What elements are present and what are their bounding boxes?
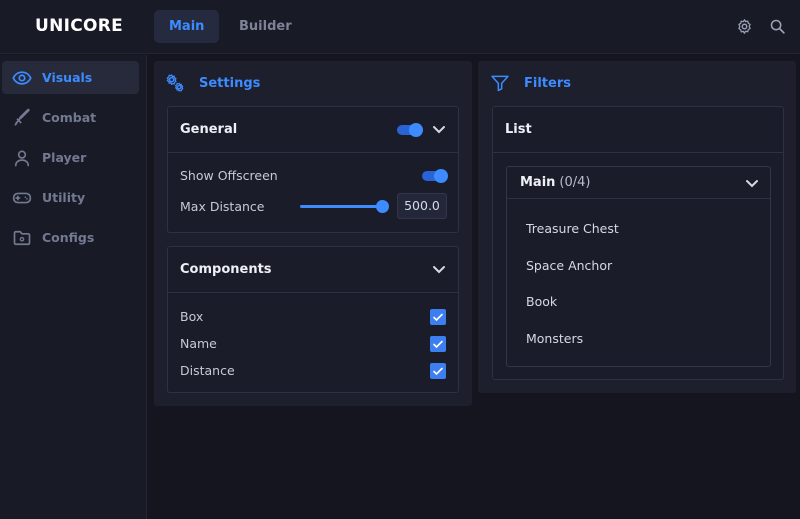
app-logo: UNICORE	[35, 16, 124, 36]
list-item[interactable]: Treasure Chest	[526, 221, 619, 236]
card-title: Components	[180, 262, 272, 277]
tab-main[interactable]: Main	[154, 10, 220, 43]
component-box-label: Box	[180, 309, 204, 324]
sidebar-item-label: Visuals	[42, 70, 93, 85]
list-card: List Main (0/4) Treasure Chest Space Anch…	[492, 106, 784, 380]
gear-icon[interactable]	[736, 18, 753, 35]
panel-title: Filters	[524, 76, 571, 91]
sidebar-item-label: Player	[42, 150, 87, 165]
user-icon	[14, 150, 30, 167]
list-item[interactable]: Book	[526, 294, 557, 309]
sidebar-item-label: Utility	[42, 190, 86, 205]
chevron-down-icon[interactable]	[432, 125, 446, 135]
dropdown-count: (0/4)	[559, 175, 591, 190]
component-name-checkbox[interactable]	[430, 336, 446, 352]
component-distance-label: Distance	[180, 363, 235, 378]
general-toggle[interactable]	[397, 123, 423, 137]
sword-icon	[14, 108, 30, 126]
component-box-checkbox[interactable]	[430, 309, 446, 325]
dropdown-header[interactable]: Main (0/4)	[507, 167, 770, 199]
sidebar-item-label: Configs	[42, 230, 95, 245]
check-icon	[433, 313, 443, 322]
eye-icon	[12, 71, 32, 85]
component-distance-checkbox[interactable]	[430, 363, 446, 379]
settings-panel: Settings General Show Offscreen Max Dist…	[154, 61, 472, 406]
sidebar-item-label: Combat	[42, 110, 97, 125]
list-dropdown: Main (0/4) Treasure Chest Space Anchor Bo…	[506, 166, 771, 367]
folder-icon	[13, 230, 31, 246]
max-distance-slider[interactable]	[300, 205, 382, 208]
sidebar-item-configs[interactable]: Configs	[2, 221, 139, 254]
panel-title: Settings	[199, 76, 261, 91]
check-icon	[433, 340, 443, 349]
sidebar-item-combat[interactable]: Combat	[2, 101, 139, 134]
card-title: General	[180, 122, 238, 137]
max-distance-slider-thumb[interactable]	[376, 200, 389, 213]
dropdown-title: Main (0/4)	[520, 175, 591, 190]
filters-panel: Filters List Main (0/4) Treasure Chest Sp…	[478, 61, 796, 393]
filter-icon	[491, 75, 509, 92]
max-distance-value[interactable]: 500.0	[397, 193, 447, 219]
chevron-down-icon[interactable]	[745, 179, 759, 189]
sidebar: Visuals Combat Player Utility Configs	[0, 55, 147, 519]
check-icon	[433, 367, 443, 376]
components-card: Components Box Name Distance	[167, 246, 459, 393]
chevron-down-icon[interactable]	[432, 265, 446, 275]
card-title: List	[505, 122, 532, 137]
tab-builder[interactable]: Builder	[224, 10, 307, 43]
general-card-header[interactable]: General	[168, 107, 458, 153]
components-card-header[interactable]: Components	[168, 247, 458, 293]
list-item[interactable]: Monsters	[526, 331, 583, 346]
list-card-header: List	[493, 107, 783, 153]
search-icon[interactable]	[769, 18, 786, 35]
sidebar-item-utility[interactable]: Utility	[2, 181, 139, 214]
list-item[interactable]: Space Anchor	[526, 258, 612, 273]
component-name-label: Name	[180, 336, 217, 351]
sidebar-item-visuals[interactable]: Visuals	[2, 61, 139, 94]
show-offscreen-toggle[interactable]	[422, 169, 448, 183]
gamepad-icon	[12, 192, 32, 204]
show-offscreen-label: Show Offscreen	[180, 168, 278, 183]
general-card: General Show Offscreen Max Distance 500.…	[167, 106, 459, 233]
top-bar: UNICORE Main Builder	[0, 0, 800, 54]
sidebar-item-player[interactable]: Player	[2, 141, 139, 174]
gears-icon	[166, 74, 184, 92]
max-distance-label: Max Distance	[180, 199, 265, 214]
